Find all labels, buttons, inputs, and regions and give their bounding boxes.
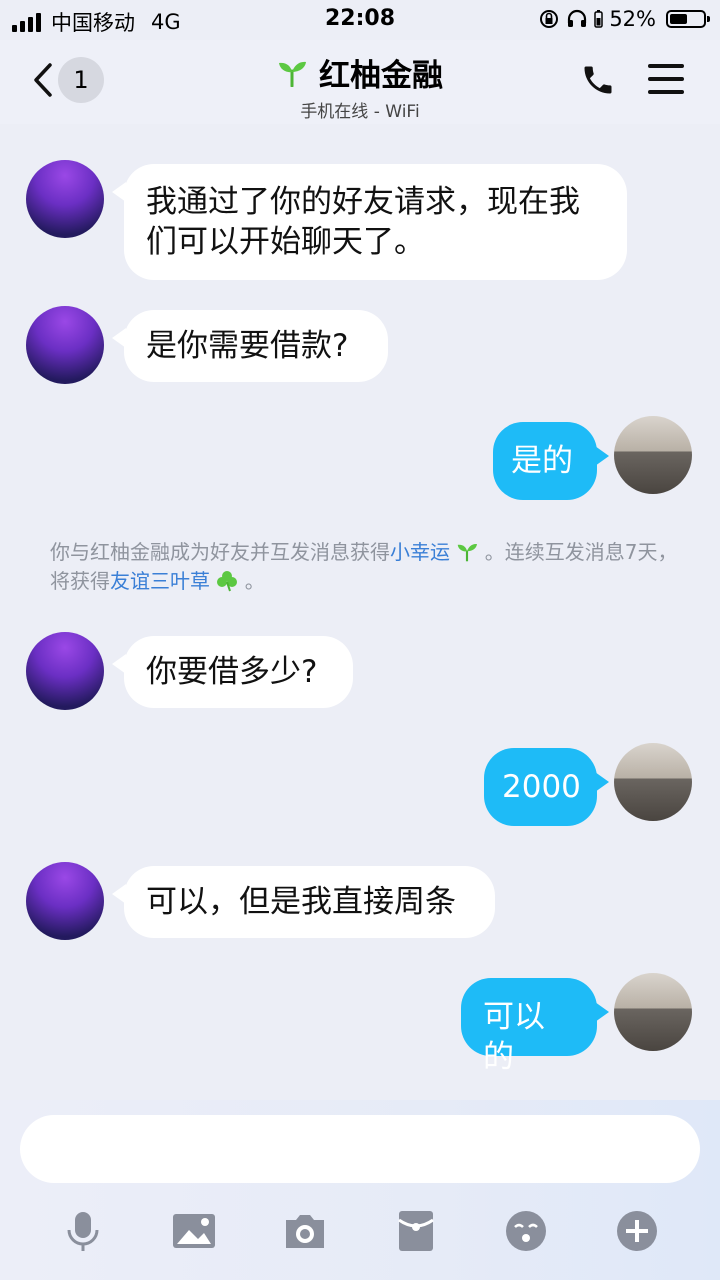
message-bubble-incoming[interactable]: 我通过了你的好友请求，现在我们可以开始聊天了。 [112, 164, 627, 280]
contact-avatar[interactable] [26, 160, 104, 238]
user-avatar[interactable] [614, 743, 692, 821]
contact-avatar[interactable] [26, 862, 104, 940]
message-bubble-incoming[interactable]: 可以，但是我直接周条 [112, 866, 495, 938]
message-bubble-incoming[interactable]: 你要借多少? [112, 636, 353, 708]
red-packet-icon[interactable] [393, 1208, 439, 1254]
clover-link[interactable]: 友谊三叶草 [110, 569, 210, 593]
image-icon[interactable] [171, 1208, 217, 1254]
online-status: 手机在线 - WiFi [300, 102, 420, 122]
battery-small-icon [594, 10, 604, 28]
camera-icon[interactable] [282, 1208, 328, 1254]
emoji-icon[interactable] [503, 1208, 549, 1254]
status-bar: 中国移动 4G 22:08 52% [0, 0, 720, 40]
composer-panel [0, 1100, 720, 1280]
lucky-link[interactable]: 小幸运 [390, 540, 450, 564]
contact-avatar[interactable] [26, 306, 104, 384]
battery-icon [666, 10, 710, 28]
message-bubble-outgoing[interactable]: 可以的 [461, 978, 609, 1075]
message-input[interactable] [20, 1115, 700, 1183]
menu-icon[interactable] [648, 64, 684, 96]
sprout-icon [279, 61, 306, 87]
message-bubble-incoming[interactable]: 是你需要借款? [112, 310, 388, 382]
clover-icon [217, 571, 238, 592]
chat-header: 1 红柚金融 手机在线 - WiFi [0, 40, 720, 124]
headphones-icon [568, 9, 587, 27]
user-avatar[interactable] [614, 973, 692, 1051]
message-bubble-outgoing[interactable]: 2000 [484, 748, 609, 826]
battery-percent: 52% [609, 7, 656, 31]
microphone-icon[interactable] [60, 1208, 106, 1254]
friendship-system-message: 你与红柚金融成为好友并互发消息获得小幸运 。连续互发消息7天，将获得友谊三叶草 … [50, 540, 678, 593]
chat-title: 红柚金融 [319, 58, 443, 94]
user-avatar[interactable] [614, 416, 692, 494]
phone-call-icon[interactable] [580, 62, 616, 98]
sprout-icon [458, 544, 478, 562]
message-bubble-outgoing[interactable]: 是的 [493, 422, 609, 500]
rotation-lock-icon [540, 10, 559, 28]
plus-icon[interactable] [614, 1208, 660, 1254]
contact-avatar[interactable] [26, 632, 104, 710]
